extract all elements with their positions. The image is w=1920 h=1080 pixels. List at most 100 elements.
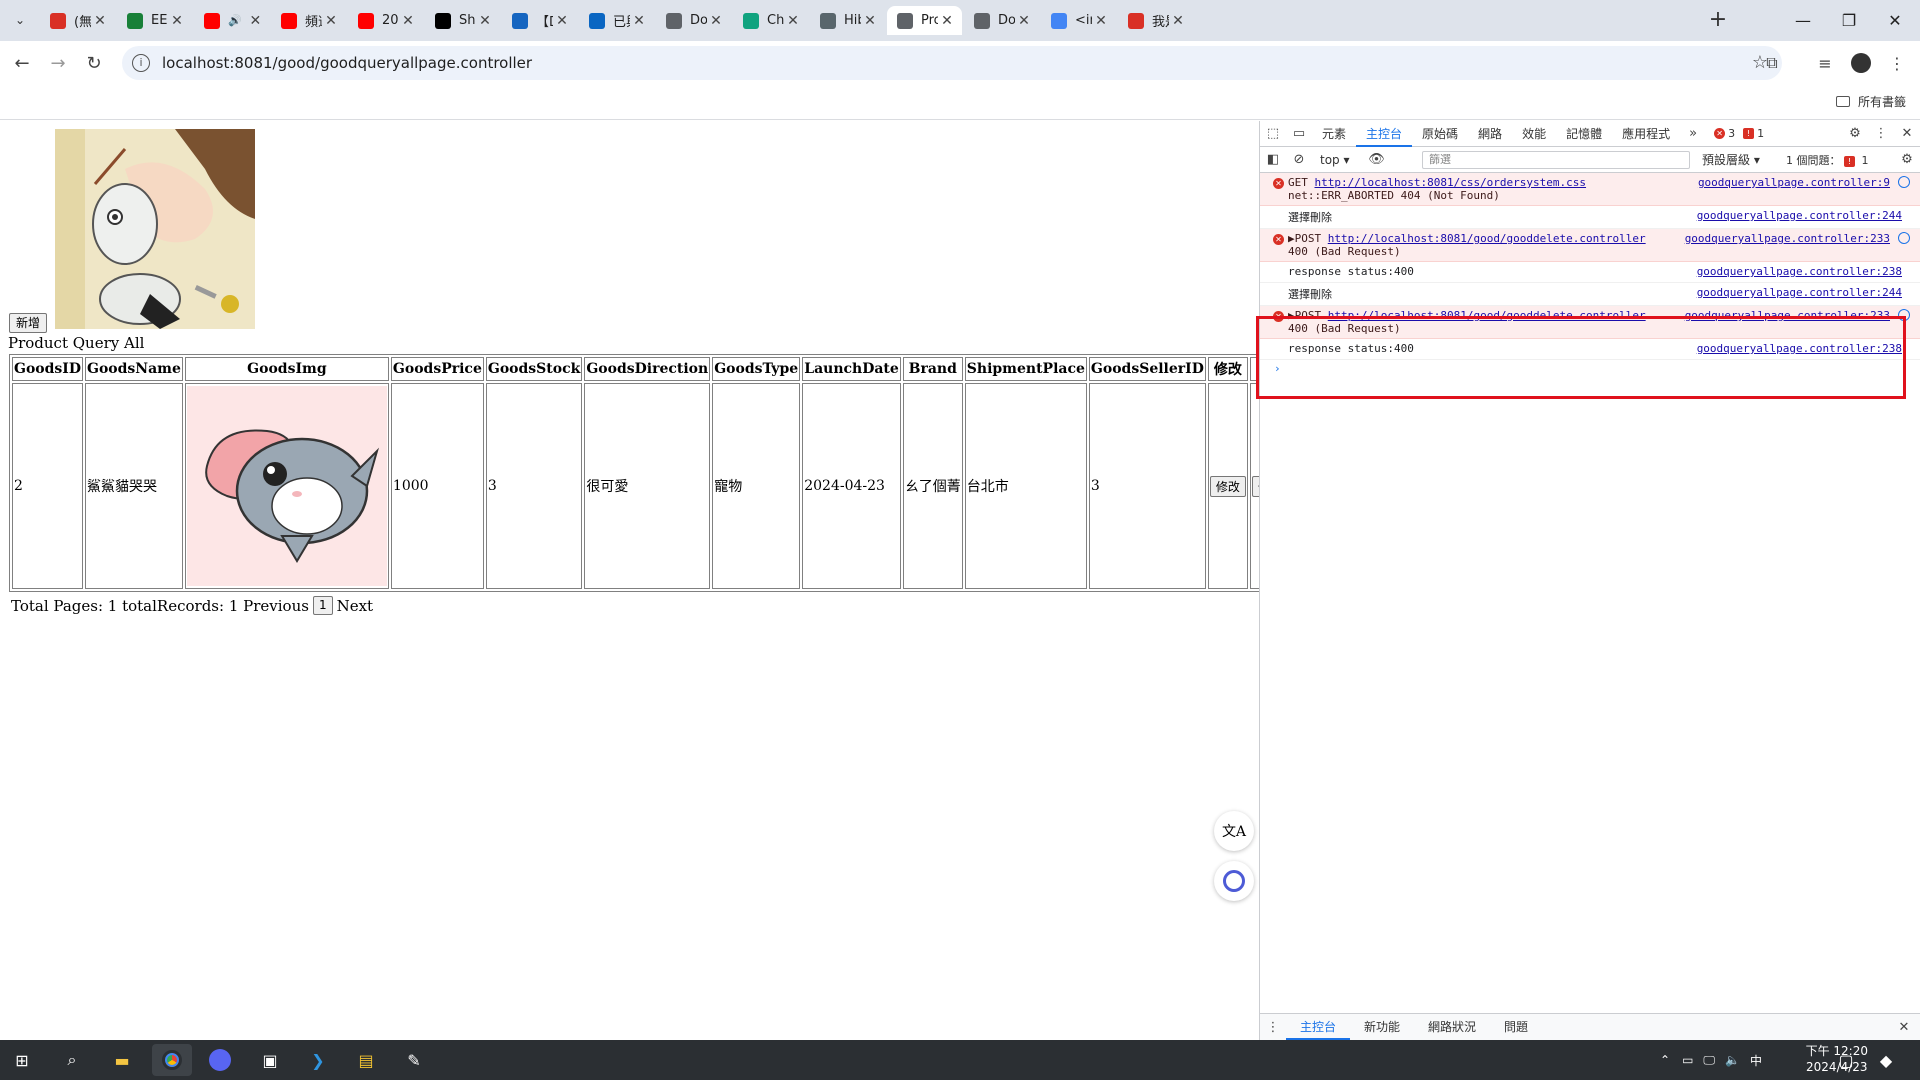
settings-gear-icon[interactable]: ⚙ bbox=[1842, 126, 1868, 141]
inspect-element-icon[interactable]: ⬚ bbox=[1260, 126, 1286, 141]
sidebar-toggle-icon[interactable]: ◧ bbox=[1260, 152, 1286, 167]
clear-console-icon[interactable]: ⊘ bbox=[1286, 152, 1312, 167]
browser-tab[interactable]: 頻道內✕ bbox=[271, 6, 346, 35]
tab-close-icon[interactable]: ✕ bbox=[248, 13, 263, 29]
restore-button[interactable]: ❐ bbox=[1826, 0, 1872, 40]
minimize-button[interactable]: — bbox=[1780, 0, 1826, 40]
browser-tab[interactable]: Docum✕ bbox=[656, 6, 731, 35]
request-url-link[interactable]: http://localhost:8081/good/gooddelete.co… bbox=[1328, 232, 1646, 245]
devtools-tab-sources[interactable]: 原始碼 bbox=[1412, 121, 1468, 147]
tab-close-icon[interactable]: ✕ bbox=[1092, 13, 1110, 29]
source-link[interactable]: goodqueryallpage.controller:244 bbox=[1697, 286, 1902, 299]
tab-audio-icon[interactable]: 🔊 bbox=[228, 14, 242, 27]
source-link[interactable]: goodqueryallpage.controller:244 bbox=[1697, 209, 1902, 222]
add-product-button[interactable]: 新增 bbox=[9, 313, 48, 333]
browser-tab[interactable]: (無主旨)✕ bbox=[40, 6, 115, 35]
network-request-icon[interactable] bbox=[1898, 232, 1910, 244]
new-tab-button[interactable]: + bbox=[1704, 7, 1732, 35]
browser-tab[interactable]: Hiberr✕ bbox=[810, 6, 885, 35]
ime-indicator[interactable]: 中 bbox=[1750, 1052, 1762, 1069]
tab-close-icon[interactable]: ✕ bbox=[168, 13, 186, 29]
browser-tab[interactable]: Produ✕ bbox=[887, 6, 962, 35]
drawer-tab-whats-new[interactable]: 新功能 bbox=[1350, 1014, 1414, 1040]
tab-close-icon[interactable]: ✕ bbox=[784, 13, 802, 29]
reload-icon[interactable]: ↻ bbox=[80, 49, 108, 77]
browser-tab[interactable]: Tin🔊✕ bbox=[194, 6, 269, 35]
all-bookmarks-button[interactable]: 所有書籤 bbox=[1835, 93, 1906, 110]
back-icon[interactable]: ← bbox=[8, 49, 36, 77]
more-tabs-icon[interactable]: » bbox=[1680, 126, 1706, 141]
issue-count-badge[interactable]: ! 1 bbox=[1743, 127, 1764, 140]
devtools-close-icon[interactable]: ✕ bbox=[1894, 126, 1920, 141]
browser-tab[interactable]: EEIT79✕ bbox=[117, 6, 192, 35]
drawer-tab-issues[interactable]: 問題 bbox=[1490, 1014, 1542, 1040]
chrome-icon[interactable] bbox=[152, 1044, 192, 1076]
live-expression-eye-icon[interactable]: 👁 bbox=[1364, 152, 1390, 167]
search-icon[interactable]: ⌕ bbox=[52, 1044, 92, 1076]
devtools-tab-memory[interactable]: 記憶體 bbox=[1556, 121, 1612, 147]
notification-icon[interactable]: ▢ bbox=[1826, 1044, 1866, 1076]
vscode-icon[interactable]: ❯ bbox=[298, 1044, 338, 1076]
media-control-icon[interactable]: ≡ bbox=[1812, 50, 1838, 76]
file-explorer-icon[interactable]: ▬ bbox=[102, 1044, 142, 1076]
error-count-badge[interactable]: ✕ 3 bbox=[1714, 127, 1735, 140]
copilot-icon[interactable]: ◆ bbox=[1866, 1044, 1906, 1076]
devtools-menu-icon[interactable]: ⋮ bbox=[1868, 126, 1894, 141]
page-number-button[interactable]: 1 bbox=[312, 596, 333, 615]
context-selector[interactable]: top ▾ bbox=[1320, 153, 1350, 167]
forward-icon[interactable]: → bbox=[44, 49, 72, 77]
console-log-message[interactable]: response status:400 goodqueryallpage.cont… bbox=[1260, 262, 1920, 283]
browser-tab[interactable]: ChatG✕ bbox=[733, 6, 808, 35]
devtools-tab-application[interactable]: 應用程式 bbox=[1612, 121, 1680, 147]
close-window-button[interactable]: ✕ bbox=[1872, 0, 1918, 40]
address-bar[interactable]: i localhost:8081/good/goodqueryallpage.c… bbox=[122, 46, 1782, 80]
tab-close-icon[interactable]: ✕ bbox=[553, 13, 571, 29]
drawer-tab-network-conditions[interactable]: 網路狀況 bbox=[1414, 1014, 1490, 1040]
translate-icon[interactable]: 文A bbox=[1214, 811, 1254, 851]
tab-close-icon[interactable]: ✕ bbox=[399, 13, 417, 29]
tray-chevron-icon[interactable]: ⌃ bbox=[1660, 1053, 1670, 1067]
tab-close-icon[interactable]: ✕ bbox=[630, 13, 648, 29]
tab-close-icon[interactable]: ✕ bbox=[1015, 13, 1033, 29]
console-log-message[interactable]: 選擇刪除 goodqueryallpage.controller:244 bbox=[1260, 283, 1920, 306]
extensions-icon[interactable]: ⧉ bbox=[1759, 50, 1785, 76]
console-error-message[interactable]: ✕ ▶POST http://localhost:8081/good/goodde… bbox=[1260, 229, 1920, 262]
browser-tab[interactable]: Sharkit✕ bbox=[425, 6, 500, 35]
console-error-message[interactable]: ✕ GET http://localhost:8081/css/ordersyst… bbox=[1260, 173, 1920, 206]
console-log-message[interactable]: 選擇刪除 goodqueryallpage.controller:244 bbox=[1260, 206, 1920, 229]
drawer-tab-console[interactable]: 主控台 bbox=[1286, 1014, 1351, 1040]
device-toolbar-icon[interactable]: ▭ bbox=[1286, 126, 1312, 141]
paint-app-icon[interactable]: ✎ bbox=[394, 1044, 434, 1076]
log-levels-dropdown[interactable]: 預設層級 ▾ bbox=[1702, 151, 1760, 168]
tab-close-icon[interactable]: ✕ bbox=[938, 13, 956, 29]
tab-close-icon[interactable]: ✕ bbox=[322, 13, 340, 29]
drawer-menu-icon[interactable]: ⋮ bbox=[1260, 1020, 1286, 1035]
browser-tab[interactable]: 2024 0✕ bbox=[348, 6, 423, 35]
network-tray-icon[interactable]: 🖵 bbox=[1703, 1053, 1715, 1068]
source-link[interactable]: goodqueryallpage.controller:238 bbox=[1697, 265, 1902, 278]
url-text[interactable]: localhost:8081/good/goodqueryallpage.con… bbox=[162, 54, 532, 72]
browser-tab[interactable]: 已與您✕ bbox=[579, 6, 654, 35]
tab-close-icon[interactable]: ✕ bbox=[707, 13, 725, 29]
drawer-close-icon[interactable]: ✕ bbox=[1891, 1020, 1917, 1035]
browser-tab[interactable]: 【Day✕ bbox=[502, 6, 577, 35]
issues-summary[interactable]: 1 個問題： ! 1 bbox=[1786, 152, 1869, 168]
previous-link[interactable]: Previous bbox=[243, 597, 309, 615]
browser-tab[interactable]: <input✕ bbox=[1041, 6, 1116, 35]
devtools-tab-elements[interactable]: 元素 bbox=[1312, 121, 1356, 147]
tab-search-button[interactable]: ⌄ bbox=[6, 8, 34, 32]
speaker-tray-icon[interactable]: ▭ bbox=[1682, 1053, 1693, 1067]
next-link[interactable]: Next bbox=[337, 597, 374, 615]
console-filter-input[interactable]: 篩選 bbox=[1422, 151, 1690, 169]
edit-button[interactable]: 修改 bbox=[1209, 475, 1246, 497]
tab-close-icon[interactable]: ✕ bbox=[861, 13, 879, 29]
devtools-tab-console[interactable]: 主控台 bbox=[1356, 121, 1413, 147]
browser-tab[interactable]: 我是游✕ bbox=[1118, 6, 1193, 35]
tab-close-icon[interactable]: ✕ bbox=[476, 13, 494, 29]
tab-close-icon[interactable]: ✕ bbox=[91, 13, 109, 29]
profile-avatar[interactable] bbox=[1848, 50, 1874, 76]
console-settings-icon[interactable]: ⚙ bbox=[1894, 152, 1920, 167]
request-url-link[interactable]: http://localhost:8081/css/ordersystem.cs… bbox=[1315, 176, 1587, 189]
assistant-icon[interactable] bbox=[1214, 861, 1254, 901]
browser-tab[interactable]: Docum✕ bbox=[964, 6, 1039, 35]
